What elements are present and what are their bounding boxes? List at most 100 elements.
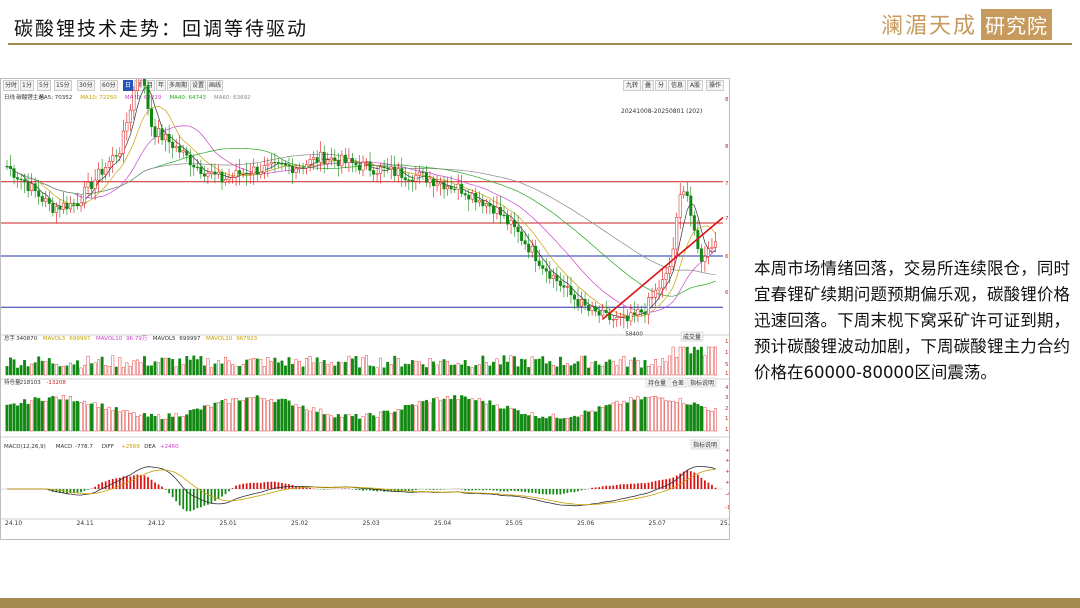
candle-body-164	[583, 299, 587, 306]
volume-bar-197	[699, 346, 703, 376]
candle-body-12	[47, 198, 51, 204]
oi-bar-66	[238, 400, 242, 432]
volume-bar-31	[114, 366, 118, 376]
oi-bar-173	[615, 400, 619, 432]
oi-bar-108	[386, 410, 390, 432]
candle-body-17	[65, 202, 69, 210]
oi-bar-2	[12, 403, 16, 432]
candle-body-186	[661, 279, 665, 289]
candle-body-201	[713, 241, 717, 248]
volume-bar-145	[516, 366, 520, 376]
volume-bar-126	[449, 364, 453, 376]
candle-body-140	[498, 206, 502, 216]
oi-bar-63	[227, 403, 231, 432]
volume-bar-179	[636, 360, 640, 376]
volume-bar-142	[506, 361, 509, 376]
oi-bar-198	[703, 407, 707, 432]
candle-body-112	[400, 168, 404, 178]
oi-bar-133	[474, 400, 478, 432]
volume-bar-66	[238, 366, 242, 376]
oi-bar-55	[199, 409, 203, 432]
volume-bar-82	[294, 358, 298, 376]
volume-bar-7	[30, 363, 34, 376]
volume-bar-173	[615, 365, 619, 376]
oi-bar-34	[125, 410, 129, 432]
candle-body-57	[206, 173, 210, 177]
ma-line-60	[6, 153, 716, 276]
oi-bar-89	[319, 408, 323, 432]
candle-body-65	[234, 170, 238, 178]
oi-bar-125	[446, 396, 450, 432]
oi-bar-115	[410, 404, 414, 432]
volume-bar-20	[76, 360, 79, 376]
candle-body-104	[372, 170, 376, 175]
oi-bar-5	[23, 399, 27, 432]
volume-bar-158	[562, 364, 566, 376]
oi-bar-26	[97, 407, 101, 432]
oi-bar-149	[530, 412, 534, 432]
price-header-label-4: MA20: 69019	[125, 95, 162, 101]
candle-body-78	[280, 162, 284, 165]
macd-tick-4: -487.6	[725, 492, 729, 498]
oi-bar-97	[347, 414, 351, 432]
oi-bar-96	[343, 414, 347, 432]
volume-bar-178	[632, 357, 636, 376]
oi-bar-142	[505, 405, 510, 432]
oi-bar-9	[37, 398, 41, 432]
x-tick-9: 25.07	[649, 520, 666, 527]
volume-bar-16	[61, 366, 65, 376]
volume-bar-188	[668, 355, 672, 376]
volume-bar-95	[340, 362, 344, 376]
candle-body-70	[252, 166, 256, 175]
volume-bar-171	[608, 359, 612, 376]
macd-tick-0: +3608	[725, 448, 729, 454]
volume-bar-201	[714, 346, 717, 376]
candle-body-194	[689, 195, 693, 216]
volume-bar-137	[488, 365, 492, 376]
volume-bar-2	[12, 359, 16, 376]
candle-body-45	[164, 133, 168, 141]
volume-bar-182	[647, 366, 650, 376]
volume-bar-107	[382, 367, 386, 376]
volume-bar-176	[625, 366, 629, 376]
volume-bar-189	[671, 346, 675, 376]
candle-body-162	[576, 299, 580, 307]
volume-bar-193	[685, 346, 689, 376]
volume-bar-135	[481, 355, 485, 376]
x-tick-7: 25.05	[506, 520, 523, 527]
volume-bar-159	[566, 363, 569, 376]
candle-body-3	[16, 177, 20, 180]
price-tick-1: 83070	[725, 144, 729, 150]
oi-bar-189	[671, 400, 675, 432]
candle-body-80	[287, 165, 291, 167]
volume-bar-34	[125, 362, 129, 376]
candle-body-187	[664, 273, 668, 280]
volume-bar-10	[40, 360, 44, 376]
volume-bar-195	[692, 346, 696, 376]
oi-bar-68	[245, 397, 249, 432]
oi-bar-27	[100, 403, 104, 432]
oi-bar-60	[216, 402, 221, 432]
oi-bar-49	[178, 416, 182, 432]
candle-body-180	[639, 309, 643, 313]
oi-bar-157	[558, 418, 562, 432]
volume-bar-136	[484, 362, 488, 376]
oi-bar-197	[699, 406, 703, 432]
oi-bar-67	[241, 400, 245, 432]
candle-body-73	[262, 165, 266, 173]
candle-body-177	[629, 312, 633, 322]
volume-bar-104	[372, 366, 376, 376]
volume-bar-47	[171, 359, 175, 376]
volume-bar-119	[425, 367, 428, 376]
oi-bar-69	[248, 397, 252, 432]
volume-bar-6	[26, 366, 30, 376]
volume-bar-52	[188, 359, 192, 376]
volume-bar-186	[661, 358, 665, 376]
candle-body-13	[51, 203, 55, 213]
low-annotation: 58400	[625, 331, 643, 337]
oi-bar-195	[692, 402, 696, 432]
candle-body-173	[615, 317, 619, 320]
oi-bar-85	[305, 409, 309, 432]
oi-bar-139	[495, 404, 499, 432]
volume-bar-146	[520, 358, 524, 376]
